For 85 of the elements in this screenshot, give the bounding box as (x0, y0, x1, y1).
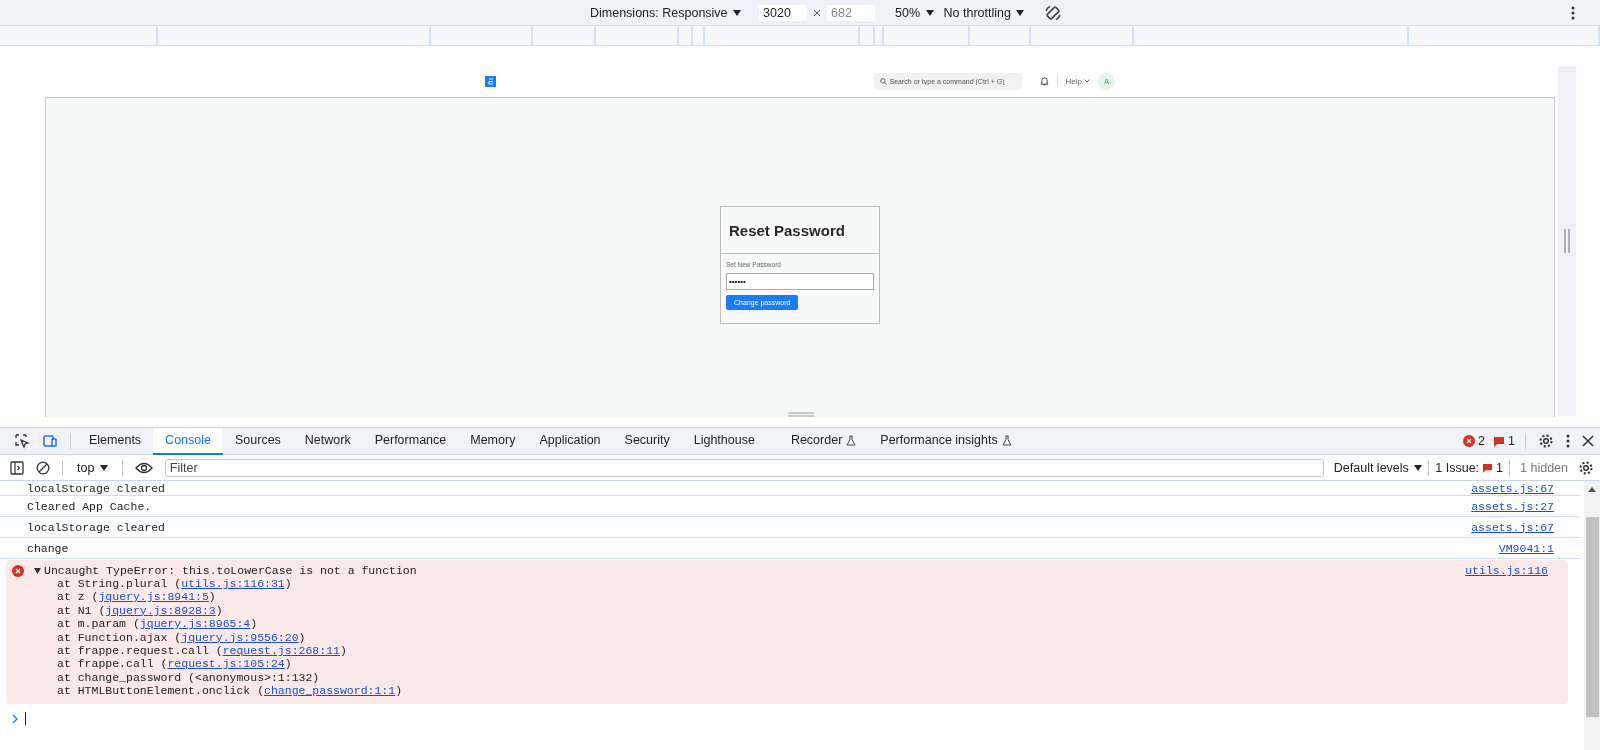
settings-icon[interactable] (1538, 433, 1554, 449)
error-count[interactable]: 2 (1463, 434, 1486, 448)
stack-link[interactable]: jquery.js:9556:20 (181, 630, 299, 644)
stack-frame: at change_password (<anonymous>:1:132) (34, 670, 1466, 685)
panel-tab[interactable]: Performance (362, 427, 459, 455)
panel-tab[interactable]: Application (527, 427, 613, 455)
stack-frame: at frappe.request.call (request.js:268:11) (34, 644, 1466, 658)
panel-tab[interactable]: Sources (223, 427, 293, 455)
throttling-dropdown[interactable]: No throttling (943, 5, 1025, 20)
more-options-icon[interactable] (1571, 6, 1575, 20)
clear-console-icon[interactable] (36, 460, 50, 475)
inspect-element-icon[interactable] (14, 433, 30, 449)
expanded-triangle-icon[interactable] (34, 566, 41, 575)
caret-down-icon (733, 10, 742, 17)
bell-icon[interactable] (1039, 76, 1049, 86)
log-message: localStorage cleared (27, 520, 166, 534)
app-logo-icon[interactable] (485, 75, 496, 87)
stack-frame: at z (jquery.js:8941:5) (34, 590, 1466, 604)
caret-down-icon (925, 10, 934, 17)
caret-down-icon (1016, 10, 1025, 17)
error-icon (12, 565, 24, 577)
password-field[interactable]: •••••• (726, 273, 874, 290)
log-message: Cleared App Cache. (27, 499, 152, 513)
log-message: change (27, 541, 69, 555)
stack-frame: at N1 (jquery.js:8928:3) (34, 603, 1466, 618)
stack-link[interactable]: request.js:268:11 (222, 644, 340, 658)
stack-link[interactable]: change_password:1:1 (264, 684, 396, 698)
close-icon[interactable] (1582, 435, 1594, 447)
chevron-right-icon (12, 713, 19, 724)
issues-button[interactable]: 1 Issue: 1 (1435, 460, 1504, 475)
scroll-up-icon[interactable] (1588, 487, 1596, 492)
caret-down-icon (99, 465, 108, 472)
panel-tab[interactable]: Elements (77, 427, 154, 455)
more-options-icon[interactable] (1566, 434, 1570, 448)
zoom-dropdown[interactable]: 50% (895, 5, 934, 20)
stack-link[interactable]: jquery.js:8941:5 (98, 590, 209, 604)
height-field[interactable]: 682 (827, 4, 876, 21)
card-title: Reset Password (729, 221, 845, 239)
log-levels-dropdown[interactable]: Default levels (1333, 460, 1423, 475)
search-icon (879, 77, 887, 85)
filter-field[interactable]: Filter (164, 458, 1324, 477)
resize-handle-icon[interactable] (788, 412, 814, 417)
panel-tab[interactable]: Security (612, 427, 682, 455)
context-dropdown[interactable]: top (77, 460, 108, 475)
scrollbar[interactable] (1584, 481, 1600, 750)
stack-frame: at frappe.call (request.js:105:24) (34, 657, 1466, 671)
chevron-down-icon (1084, 79, 1090, 83)
device-toolbar-icon[interactable] (42, 433, 58, 449)
source-link[interactable]: VM9041:1 (1498, 541, 1554, 555)
source-link[interactable]: utils.js:116 (1465, 564, 1548, 577)
issue-count[interactable]: 1 (1493, 434, 1515, 448)
stack-frame: at m.param (jquery.js:8965:4) (34, 617, 1466, 631)
hidden-count: 1 hidden (1520, 460, 1568, 475)
source-link[interactable]: assets.js:27 (1471, 499, 1554, 513)
panel-tab[interactable]: Lighthouse (681, 427, 767, 455)
help-menu[interactable]: Help (1065, 76, 1090, 86)
rotate-icon[interactable] (1044, 3, 1063, 22)
times-icon (813, 8, 822, 17)
settings-icon[interactable] (1578, 459, 1594, 476)
stack-link[interactable]: jquery.js:8965:4 (139, 617, 251, 631)
stack-frame: at HTMLButtonElement.onclick (change_password:1:1) (34, 684, 1466, 698)
panel-tab[interactable]: Memory (458, 427, 528, 455)
caret-down-icon (1414, 465, 1423, 472)
stack-frame: at Function.ajax (jquery.js:9556:20) (34, 630, 1466, 645)
sidebar-toggle-icon[interactable] (10, 460, 24, 475)
stack-link[interactable]: jquery.js:8928:3 (105, 603, 216, 617)
source-link[interactable]: assets.js:67 (1471, 482, 1554, 495)
panel-tab[interactable]: Recorder (766, 427, 869, 455)
eye-icon[interactable] (134, 461, 153, 474)
panel-tab[interactable]: Network (292, 427, 363, 455)
panel-tab[interactable]: Console (153, 427, 223, 455)
width-field[interactable]: 3020 (759, 4, 808, 21)
error-text: Uncaught TypeError: this.toLowerCase is not a function (44, 564, 417, 577)
stack-link[interactable]: request.js:105:24 (167, 657, 285, 671)
issue-flag-icon (1493, 435, 1506, 447)
panel-tab[interactable]: Performance insights (868, 427, 1024, 455)
source-link[interactable]: assets.js:67 (1471, 520, 1554, 534)
dimensions-dropdown[interactable]: Dimensions: Responsive (590, 5, 742, 20)
log-message: localStorage cleared (27, 482, 166, 495)
error-icon (1463, 435, 1476, 447)
stack-link[interactable]: utils.js:116:31 (181, 577, 285, 590)
issue-flag-icon (1482, 462, 1494, 473)
stack-frame: at String.plural (utils.js:116:31) (34, 577, 1466, 591)
scrollbar-thumb[interactable] (1585, 517, 1599, 717)
resize-grip-icon[interactable] (1564, 229, 1570, 253)
